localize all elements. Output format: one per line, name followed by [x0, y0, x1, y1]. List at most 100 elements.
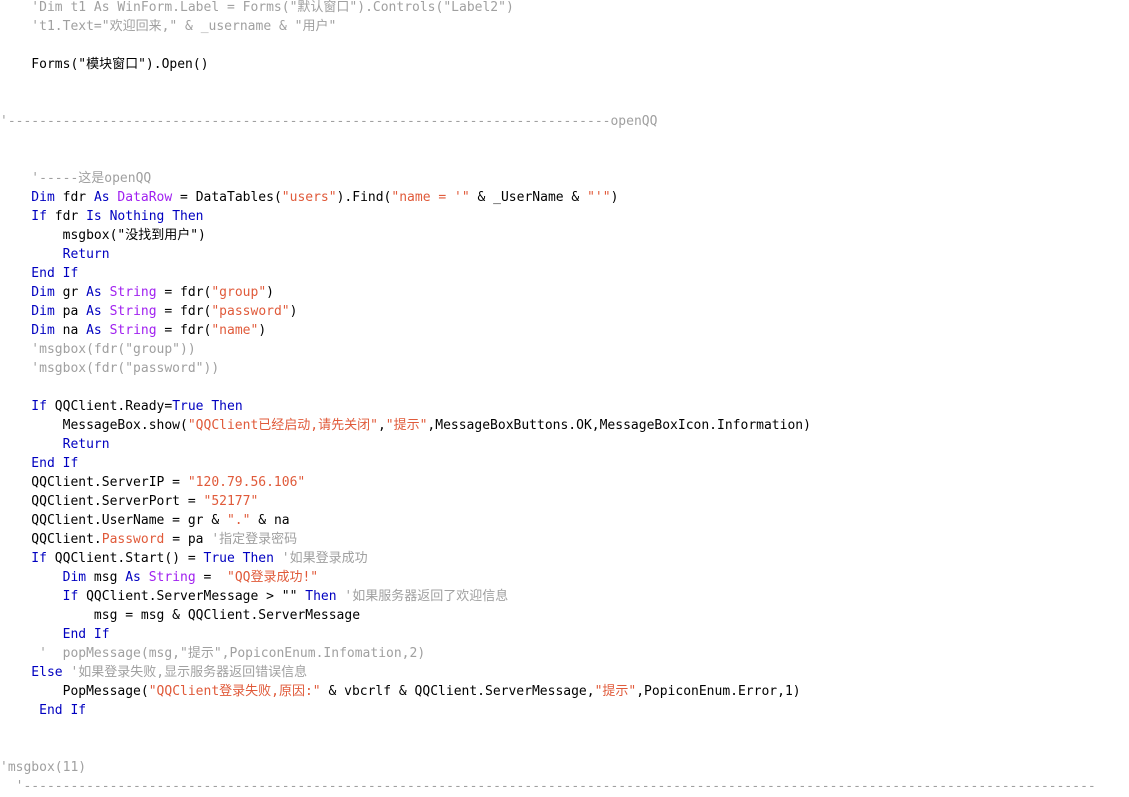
code-token: pa — [54, 304, 87, 319]
code-token: ) — [610, 190, 619, 205]
string-token: "QQClient已经启动,请先关闭" — [187, 418, 378, 433]
code-token: = fdr( — [156, 285, 212, 300]
keyword-token: True Then — [203, 551, 274, 566]
type-token: String — [140, 570, 196, 585]
code-token: ) — [258, 323, 267, 338]
code-line-comment-msgbox-11: 'msgbox(11) — [0, 758, 86, 777]
code-token: = fdr( — [156, 323, 212, 338]
type-token: DataRow — [109, 190, 173, 205]
comment-token: '指定登录密码 — [211, 532, 298, 547]
code-line-separator-openqq: '---------------------------------------… — [0, 112, 657, 131]
code-line-end-if: End If — [0, 264, 78, 283]
code-token: ,PopiconEnum.Error,1) — [636, 684, 801, 699]
keyword-token: End If — [0, 456, 79, 471]
comment-token: 't1.Text="欢迎回来," & _username & "用户" — [0, 19, 337, 34]
code-token: = pa — [164, 532, 212, 547]
comment-token: '---------------------------------------… — [0, 779, 1096, 794]
code-token: = fdr( — [156, 304, 212, 319]
keyword-token: Then — [305, 589, 337, 604]
code-editor[interactable]: 'Dim t1 As WinForm.Label = Forms("默认窗口")… — [0, 0, 1129, 797]
keyword-token: Dim — [0, 190, 55, 205]
code-token: ).Find( — [336, 190, 392, 205]
code-line-password: QQClient.Password = pa '指定登录密码 — [0, 530, 297, 549]
string-token: "提示" — [385, 418, 428, 433]
code-token: ) — [266, 285, 274, 300]
code-line-popmessage-error: PopMessage("QQClient登录失败,原因:" & vbcrlf &… — [0, 682, 801, 701]
code-line-if-server-message: If QQClient.ServerMessage > "" Then '如果服… — [0, 587, 509, 606]
comment-token: 'msgbox(fdr("password")) — [0, 361, 220, 376]
string-token: "52177" — [203, 494, 259, 509]
code-line-dim-gr: Dim gr As String = fdr("group") — [0, 283, 274, 302]
keyword-token: As — [86, 304, 102, 319]
code-token: QQClient.ServerIP = — [0, 475, 188, 490]
code-token: msgbox("没找到用户") — [0, 228, 206, 243]
keyword-token: As — [125, 570, 141, 585]
keyword-token: True Then — [172, 399, 243, 414]
type-token: String — [101, 323, 157, 338]
comment-token: '如果登录失败,显示服务器返回错误信息 — [62, 665, 308, 680]
code-line-end-if: End If — [0, 454, 78, 473]
code-line-return: Return — [0, 245, 110, 264]
type-token: String — [101, 304, 157, 319]
type-token: String — [101, 285, 157, 300]
comment-token: '如果服务器返回了欢迎信息 — [336, 589, 509, 604]
code-token: na — [54, 323, 87, 338]
code-token: QQClient.ServerPort = — [0, 494, 204, 509]
code-token: QQClient.ServerMessage > "" — [78, 589, 306, 604]
code-line-if-ready: If QQClient.Ready=True Then — [0, 397, 243, 416]
code-line-server-port: QQClient.ServerPort = "52177" — [0, 492, 258, 511]
keyword-token: As — [86, 285, 102, 300]
code-token: & vbcrlf & QQClient.ServerMessage, — [320, 684, 595, 699]
code-line-separator-bottom: '---------------------------------------… — [0, 777, 1096, 796]
code-token: MessageBox.show( — [0, 418, 188, 433]
code-line-dim-fdr: Dim fdr As DataRow = DataTables("users")… — [0, 188, 618, 207]
keyword-token: End If — [0, 266, 79, 281]
code-token: fdr — [54, 190, 94, 205]
keyword-token: Dim — [0, 304, 55, 319]
keyword-token: Else — [0, 665, 63, 680]
comment-token: '---------------------------------------… — [0, 114, 658, 129]
code-token: & na — [250, 513, 290, 528]
keyword-token: Dim — [0, 285, 55, 300]
code-line-dim-na: Dim na As String = fdr("name") — [0, 321, 266, 340]
code-line-return: Return — [0, 435, 110, 454]
code-line-end-if: End If — [0, 701, 86, 720]
keyword-token: Return — [0, 247, 110, 262]
comment-token: 'msgbox(11) — [0, 760, 87, 775]
code-token: gr — [54, 285, 87, 300]
code-line-messagebox-show: MessageBox.show("QQClient已经启动,请先关闭","提示"… — [0, 416, 811, 435]
code-token: ,MessageBoxButtons.OK,MessageBoxIcon.Inf… — [427, 418, 811, 433]
code-line-comment-t1-text: 't1.Text="欢迎回来," & _username & "用户" — [0, 17, 336, 36]
string-token: "QQ登录成功!" — [227, 570, 319, 585]
comment-token: '-----这是openQQ — [0, 171, 152, 186]
code-token: msg — [86, 570, 126, 585]
code-token: QQClient.Ready= — [46, 399, 173, 414]
keyword-token: Return — [0, 437, 110, 452]
code-token: & _UserName & — [469, 190, 588, 205]
string-token: "password" — [211, 304, 290, 319]
code-line-comment-msgbox-password: 'msgbox(fdr("password")) — [0, 359, 219, 378]
string-token: "'" — [587, 190, 611, 205]
string-token: "提示" — [594, 684, 637, 699]
string-token: "name = '" — [391, 190, 470, 205]
string-token: "users" — [281, 190, 337, 205]
code-line-msg-concat: msg = msg & QQClient.ServerMessage — [0, 606, 360, 625]
keyword-token: If — [0, 589, 79, 604]
comment-token: '如果登录成功 — [273, 551, 368, 566]
keyword-token: If — [0, 399, 47, 414]
code-line-comment-msgbox-group: 'msgbox(fdr("group")) — [0, 340, 196, 359]
code-line-comment-openqq: '-----这是openQQ — [0, 169, 151, 188]
keyword-token: Is Nothing Then — [86, 209, 204, 224]
code-line-server-ip: QQClient.ServerIP = "120.79.56.106" — [0, 473, 305, 492]
code-token: fdr — [46, 209, 87, 224]
keyword-token: If — [0, 551, 47, 566]
comment-token: ' popMessage(msg,"提示",PopiconEnum.Infoma… — [0, 646, 426, 661]
keyword-token: End If — [0, 627, 110, 642]
comment-token: 'msgbox(fdr("group")) — [0, 342, 196, 357]
code-token: ) — [289, 304, 298, 319]
code-token: QQClient. — [0, 532, 102, 547]
code-line-forms-open: Forms("模块窗口").Open() — [0, 55, 208, 74]
code-line-dim-msg: Dim msg As String = "QQ登录成功!" — [0, 568, 319, 587]
string-token: "120.79.56.106" — [187, 475, 306, 490]
string-token: "QQClient登录失败,原因:" — [148, 684, 321, 699]
